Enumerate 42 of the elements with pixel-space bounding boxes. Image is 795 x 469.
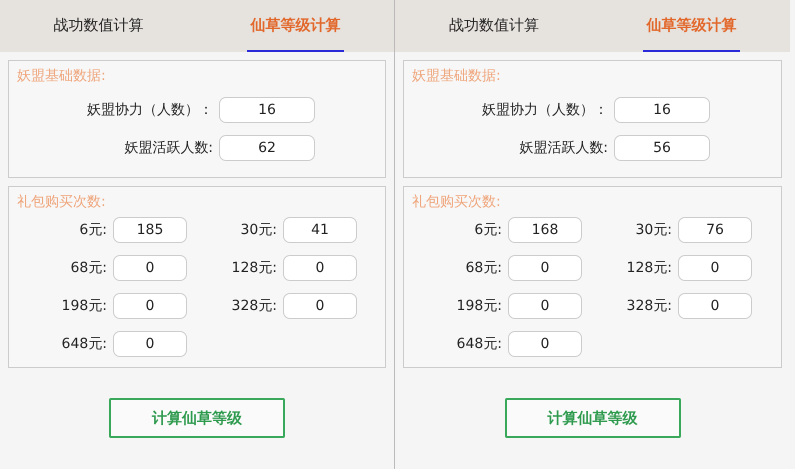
input-field[interactable]: 76 (678, 217, 752, 243)
input-field[interactable]: 56 (614, 135, 710, 161)
field-label: 328元: (232, 297, 277, 315)
input-field[interactable]: 185 (113, 217, 187, 243)
field-label: 30元: (240, 221, 277, 239)
field-label: 68元: (465, 259, 502, 277)
field-label: 6元: (474, 221, 502, 239)
tab[interactable]: 战功数值计算 (50, 0, 147, 52)
field-label: 30元: (635, 221, 672, 239)
field-label: 6元: (79, 221, 107, 239)
input-field[interactable]: 0 (113, 255, 187, 281)
group-title: 妖盟基础数据: (17, 67, 107, 85)
field-label: 648元: (456, 335, 502, 353)
field-label: 妖盟活跃人数: (518, 139, 608, 157)
input-field[interactable]: 0 (508, 255, 582, 281)
field-label: 328元: (626, 297, 672, 315)
group-title: 礼包购买次数: (17, 193, 107, 211)
input-field[interactable]: 168 (508, 217, 582, 243)
input-field[interactable]: 0 (678, 255, 752, 281)
tab[interactable]: 战功数值计算 (445, 0, 542, 52)
field-label: 128元: (232, 259, 277, 277)
field-label: 198元: (456, 297, 502, 315)
input-field[interactable]: 16 (614, 97, 710, 123)
field-label: 68元: (70, 259, 107, 277)
input-field[interactable]: 0 (113, 293, 187, 319)
input-field[interactable]: 0 (113, 331, 187, 357)
input-field[interactable]: 0 (283, 255, 357, 281)
input-field[interactable]: 62 (219, 135, 315, 161)
input-field[interactable]: 16 (219, 97, 315, 123)
input-field[interactable]: 0 (508, 293, 582, 319)
input-field[interactable]: 0 (508, 331, 582, 357)
field-label: 妖盟协力（人数）： (86, 101, 213, 119)
group-title: 妖盟基础数据: (412, 67, 502, 85)
field-label: 648元: (62, 335, 107, 353)
field-label: 128元: (626, 259, 672, 277)
field-label: 198元: (62, 297, 107, 315)
field-label: 妖盟协力（人数）： (481, 101, 608, 119)
field-label: 妖盟活跃人数: (123, 139, 213, 157)
group-title: 礼包购买次数: (412, 193, 502, 211)
input-field[interactable]: 0 (283, 293, 357, 319)
input-field[interactable]: 0 (678, 293, 752, 319)
input-field[interactable]: 41 (283, 217, 357, 243)
